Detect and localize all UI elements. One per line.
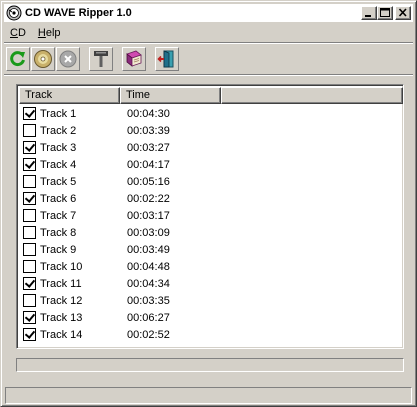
settings-hammer-icon [94,51,108,67]
track-name: Track 5 [40,175,77,188]
settings-button[interactable] [89,47,113,71]
stop-button[interactable] [56,47,80,71]
list-header: Track Time [19,87,403,104]
track-checkbox[interactable] [23,260,36,273]
window-title: CD WAVE Ripper 1.0 [25,7,132,19]
cd-button[interactable] [31,47,55,71]
track-checkbox[interactable] [23,175,36,188]
menu-help-rest: elp [45,26,61,39]
track-checkbox[interactable] [23,294,36,307]
track-checkbox[interactable] [23,226,36,239]
table-row[interactable]: Track 4 00:04:17 [21,156,401,173]
track-time: 00:05:16 [127,175,170,188]
status-bar [5,387,412,404]
minimize-icon [365,15,371,17]
track-name: Track 9 [40,243,77,256]
help-book-icon [126,50,142,67]
track-name: Track 10 [40,260,83,273]
track-checkbox[interactable] [23,192,36,205]
track-time: 00:03:39 [127,124,170,137]
toolbar-separator [4,74,413,76]
track-time: 00:03:35 [127,294,170,307]
close-button[interactable] [395,6,411,20]
column-header-empty [221,87,403,104]
track-name: Track 11 [40,277,82,290]
track-name: Track 14 [40,328,83,341]
minimize-button[interactable] [361,6,377,20]
table-row[interactable]: Track 1 00:04:30 [21,105,401,122]
track-time: 00:04:30 [127,107,170,120]
menu-separator [4,42,413,44]
track-name: Track 1 [40,107,77,120]
track-time: 00:04:17 [127,158,170,171]
track-name: Track 8 [40,226,77,239]
track-name: Track 3 [40,141,77,154]
track-time: 00:03:49 [127,243,170,256]
track-checkbox[interactable] [23,124,36,137]
track-name: Track 2 [40,124,77,137]
table-row[interactable]: Track 12 00:03:35 [21,292,401,309]
menu-help[interactable]: Help [32,27,67,39]
maximize-icon [380,8,390,17]
table-row[interactable]: Track 6 00:02:22 [21,190,401,207]
progress-bar [16,358,404,372]
menu-cd-rest: D [17,26,26,39]
table-row[interactable]: Track 9 00:03:49 [21,241,401,258]
window-controls [361,6,411,20]
stop-icon [59,50,77,68]
track-rows: Track 1 00:04:30 Track 2 00:03:39 Track 3 00:… [21,105,401,343]
refresh-button[interactable] [6,47,30,71]
table-row[interactable]: Track 3 00:03:27 [21,139,401,156]
track-name: Track 7 [40,209,77,222]
table-row[interactable]: Track 10 00:04:48 [21,258,401,275]
track-checkbox[interactable] [23,311,36,324]
track-time: 00:04:48 [127,260,170,273]
exit-door-icon [157,50,174,68]
track-time: 00:02:52 [127,328,170,341]
track-name: Track 13 [40,311,83,324]
track-checkbox[interactable] [23,277,36,290]
table-row[interactable]: Track 7 00:03:17 [21,207,401,224]
track-name: Track 12 [40,294,83,307]
refresh-icon [10,51,25,67]
menu-bar: CD Help [4,23,67,42]
main-window: CD WAVE Ripper 1.0 CD Help Track Time Tr… [0,0,417,407]
track-checkbox[interactable] [23,328,36,341]
title-bar[interactable]: CD WAVE Ripper 1.0 [4,4,413,22]
track-time: 00:04:34 [127,277,170,290]
table-row[interactable]: Track 2 00:03:39 [21,122,401,139]
track-time: 00:03:17 [127,209,170,222]
menu-cd-accel: C [10,26,18,39]
close-icon [398,8,407,17]
table-row[interactable]: Track 11 00:04:34 [21,275,401,292]
cd-disc-icon [34,50,52,68]
app-cd-icon[interactable] [6,5,22,21]
track-time: 00:03:27 [127,141,170,154]
track-checkbox[interactable] [23,243,36,256]
table-row[interactable]: Track 13 00:06:27 [21,309,401,326]
menu-help-accel: H [37,26,46,39]
column-header-time[interactable]: Time [120,87,221,104]
track-time: 00:02:22 [127,192,170,205]
exit-button[interactable] [155,47,179,71]
table-row[interactable]: Track 5 00:05:16 [21,173,401,190]
track-name: Track 4 [40,158,77,171]
table-row[interactable]: Track 8 00:03:09 [21,224,401,241]
track-checkbox[interactable] [23,209,36,222]
table-row[interactable]: Track 14 00:02:52 [21,326,401,343]
track-time: 00:06:27 [127,311,170,324]
column-header-track[interactable]: Track [19,87,120,104]
toolbar [6,46,180,72]
maximize-button[interactable] [377,6,393,20]
track-checkbox[interactable] [23,107,36,120]
track-checkbox[interactable] [23,141,36,154]
menu-cd[interactable]: CD [4,27,32,39]
track-list[interactable]: Track Time Track 1 00:04:30 Track 2 00:03:3… [16,84,404,349]
help-button[interactable] [122,47,146,71]
track-checkbox[interactable] [23,158,36,171]
track-time: 00:03:09 [127,226,170,239]
track-name: Track 6 [40,192,77,205]
